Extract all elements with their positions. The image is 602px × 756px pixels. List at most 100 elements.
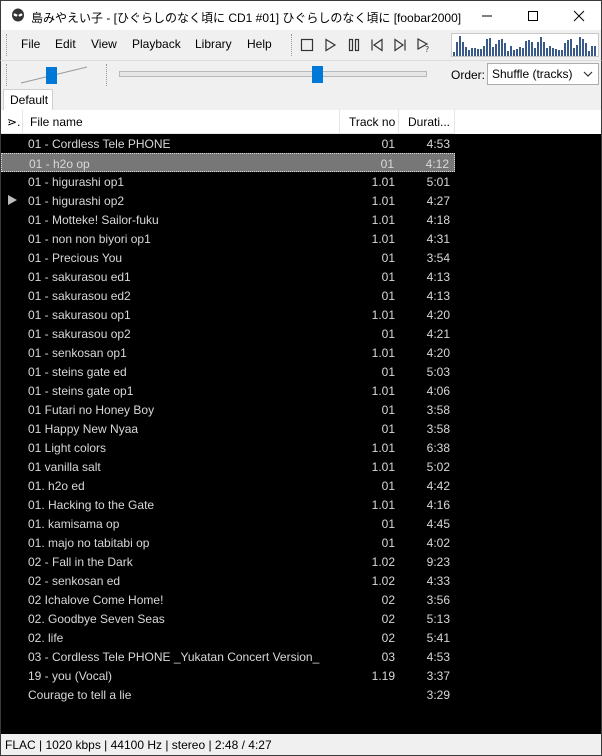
maximize-button[interactable] — [510, 1, 556, 30]
pause-button[interactable] — [345, 36, 363, 54]
menu-toolbar-area: File Edit View Playback Library Help ? — [0, 30, 602, 60]
next-button[interactable] — [391, 36, 409, 54]
menu-help[interactable]: Help — [247, 37, 272, 51]
track-filename: 01. Hacking to the Gate — [28, 498, 155, 512]
track-filename: 01 - non non biyori op1 — [28, 232, 151, 246]
volume-thumb[interactable] — [46, 67, 58, 84]
playlist-view[interactable]: ⋗. File name Track no Durati... 01 - Cor… — [0, 110, 602, 734]
seek-grip[interactable] — [106, 64, 107, 86]
track-row[interactable]: 01 - higurashi op2 1.01 4:27 — [1, 191, 455, 210]
toolbar-grip[interactable] — [291, 34, 294, 56]
track-duration: 3:58 — [426, 403, 450, 417]
track-row[interactable]: 01 - sakurasou op1 1.01 4:20 — [1, 305, 455, 324]
random-button[interactable]: ? — [415, 36, 433, 54]
track-duration: 5:03 — [426, 365, 450, 379]
volume-grip[interactable] — [6, 64, 7, 86]
track-row[interactable]: 02. life 02 5:41 — [1, 628, 455, 647]
track-row[interactable]: 01 - non non biyori op1 1.01 4:31 — [1, 229, 455, 248]
track-number: 1.01 — [371, 175, 395, 189]
track-filename: 02 Ichalove Come Home! — [28, 593, 164, 607]
track-duration: 4:53 — [426, 137, 450, 151]
track-row[interactable]: 01. h2o ed 01 4:42 — [1, 476, 455, 495]
play-button[interactable] — [321, 36, 339, 54]
track-row[interactable]: 01 - h2o op 01 4:12 — [1, 153, 455, 172]
track-row[interactable]: 03 - Cordless Tele PHONE _Yukatan Concer… — [1, 647, 455, 666]
minimize-button[interactable] — [464, 1, 510, 30]
track-row[interactable]: 01 Happy New Nyaa 01 3:58 — [1, 419, 455, 438]
track-number: 01 — [381, 422, 395, 436]
stop-button[interactable] — [298, 36, 316, 54]
track-row[interactable]: 01 - steins gate op1 1.01 4:06 — [1, 381, 455, 400]
seek-thumb[interactable] — [312, 66, 324, 83]
playlist-header: ⋗. File name Track no Durati... — [1, 110, 455, 134]
spectrum-bar — [588, 51, 590, 56]
track-filename: 01 - sakurasou ed2 — [28, 289, 131, 303]
menu-playback[interactable]: Playback — [132, 37, 181, 51]
track-row[interactable]: 02 Ichalove Come Home! 02 3:56 — [1, 590, 455, 609]
menu-view[interactable]: View — [91, 37, 117, 51]
track-duration: 5:13 — [426, 612, 450, 626]
order-dropdown[interactable]: Shuffle (tracks) — [487, 63, 599, 85]
menu-file[interactable]: File — [21, 37, 40, 51]
spectrum-bar — [537, 42, 539, 56]
spectrum-bar — [462, 42, 464, 56]
order-label: Order: — [451, 68, 486, 82]
track-row[interactable]: 01 Light colors 1.01 6:38 — [1, 438, 455, 457]
spectrum-bar — [576, 45, 578, 56]
column-duration[interactable]: Durati... — [399, 110, 455, 134]
spectrum-bar — [495, 44, 497, 56]
next-icon — [394, 38, 406, 52]
track-row[interactable]: 02 - senkosan ed 1.02 4:33 — [1, 571, 455, 590]
column-playing[interactable]: ⋗. — [1, 110, 23, 134]
track-row[interactable]: 01 - Motteke! Sailor-fuku 1.01 4:18 — [1, 210, 455, 229]
volume-slider[interactable] — [19, 63, 91, 87]
playlist-tabs: Default — [0, 88, 602, 110]
track-row[interactable]: 01 - sakurasou ed1 01 4:13 — [1, 267, 455, 286]
spectrum-bar — [489, 38, 491, 56]
chevron-down-icon — [583, 71, 593, 77]
menu-edit[interactable]: Edit — [55, 37, 76, 51]
track-filename: 02. Goodbye Seven Seas — [28, 612, 165, 626]
previous-button[interactable] — [368, 36, 386, 54]
close-button[interactable] — [556, 1, 602, 30]
track-number: 01 — [381, 403, 395, 417]
track-duration: 4:53 — [426, 650, 450, 664]
spectrum-bar — [498, 40, 500, 56]
track-row[interactable]: 01 Futari no Honey Boy 01 3:58 — [1, 400, 455, 419]
menu-library[interactable]: Library — [195, 37, 232, 51]
track-number: 02 — [381, 593, 395, 607]
stop-icon — [300, 38, 314, 52]
track-duration: 4:13 — [426, 270, 450, 284]
track-row[interactable]: 01 vanilla salt 1.01 5:02 — [1, 457, 455, 476]
track-duration: 4:20 — [426, 308, 450, 322]
track-row[interactable]: 02 - Fall in the Dark 1.02 9:23 — [1, 552, 455, 571]
track-duration: 3:54 — [426, 251, 450, 265]
track-number: 1.01 — [371, 213, 395, 227]
track-filename: 01 - steins gate op1 — [28, 384, 134, 398]
track-row[interactable]: 02. Goodbye Seven Seas 02 5:13 — [1, 609, 455, 628]
track-number: 01 — [381, 479, 395, 493]
track-row[interactable]: 01 - sakurasou ed2 01 4:13 — [1, 286, 455, 305]
track-row[interactable]: 01 - senkosan op1 1.01 4:20 — [1, 343, 455, 362]
track-row[interactable]: 01 - higurashi op1 1.01 5:01 — [1, 172, 455, 191]
spectrum-bar — [474, 48, 476, 56]
menu-grip[interactable] — [6, 34, 9, 56]
title-bar[interactable]: 島みやえい子 - [ひぐらしのなく頃に CD1 #01] ひぐらしのなく頃に [… — [0, 0, 602, 30]
track-number: 1.01 — [371, 460, 395, 474]
track-row[interactable]: 19 - you (Vocal) 1.19 3:37 — [1, 666, 455, 685]
track-row[interactable]: 01 - steins gate ed 01 5:03 — [1, 362, 455, 381]
column-track[interactable]: Track no — [340, 110, 399, 134]
seek-bar[interactable] — [119, 71, 427, 77]
track-row[interactable]: Courage to tell a lie 3:29 — [1, 685, 455, 704]
track-row[interactable]: 01 - sakurasou op2 01 4:21 — [1, 324, 455, 343]
column-filename[interactable]: File name — [23, 110, 340, 134]
track-row[interactable]: 01. Hacking to the Gate 1.01 4:16 — [1, 495, 455, 514]
track-row[interactable]: 01 - Cordless Tele PHONE 01 4:53 — [1, 134, 455, 153]
track-row[interactable]: 01. kamisama op 01 4:45 — [1, 514, 455, 533]
tab-default[interactable]: Default — [3, 89, 53, 110]
track-filename: 01 Futari no Honey Boy — [28, 403, 155, 417]
track-row[interactable]: 01. majo no tabitabi op 01 4:02 — [1, 533, 455, 552]
track-row[interactable]: 01 - Precious You 01 3:54 — [1, 248, 455, 267]
track-duration: 6:38 — [426, 441, 450, 455]
spectrum-bar — [513, 50, 515, 56]
